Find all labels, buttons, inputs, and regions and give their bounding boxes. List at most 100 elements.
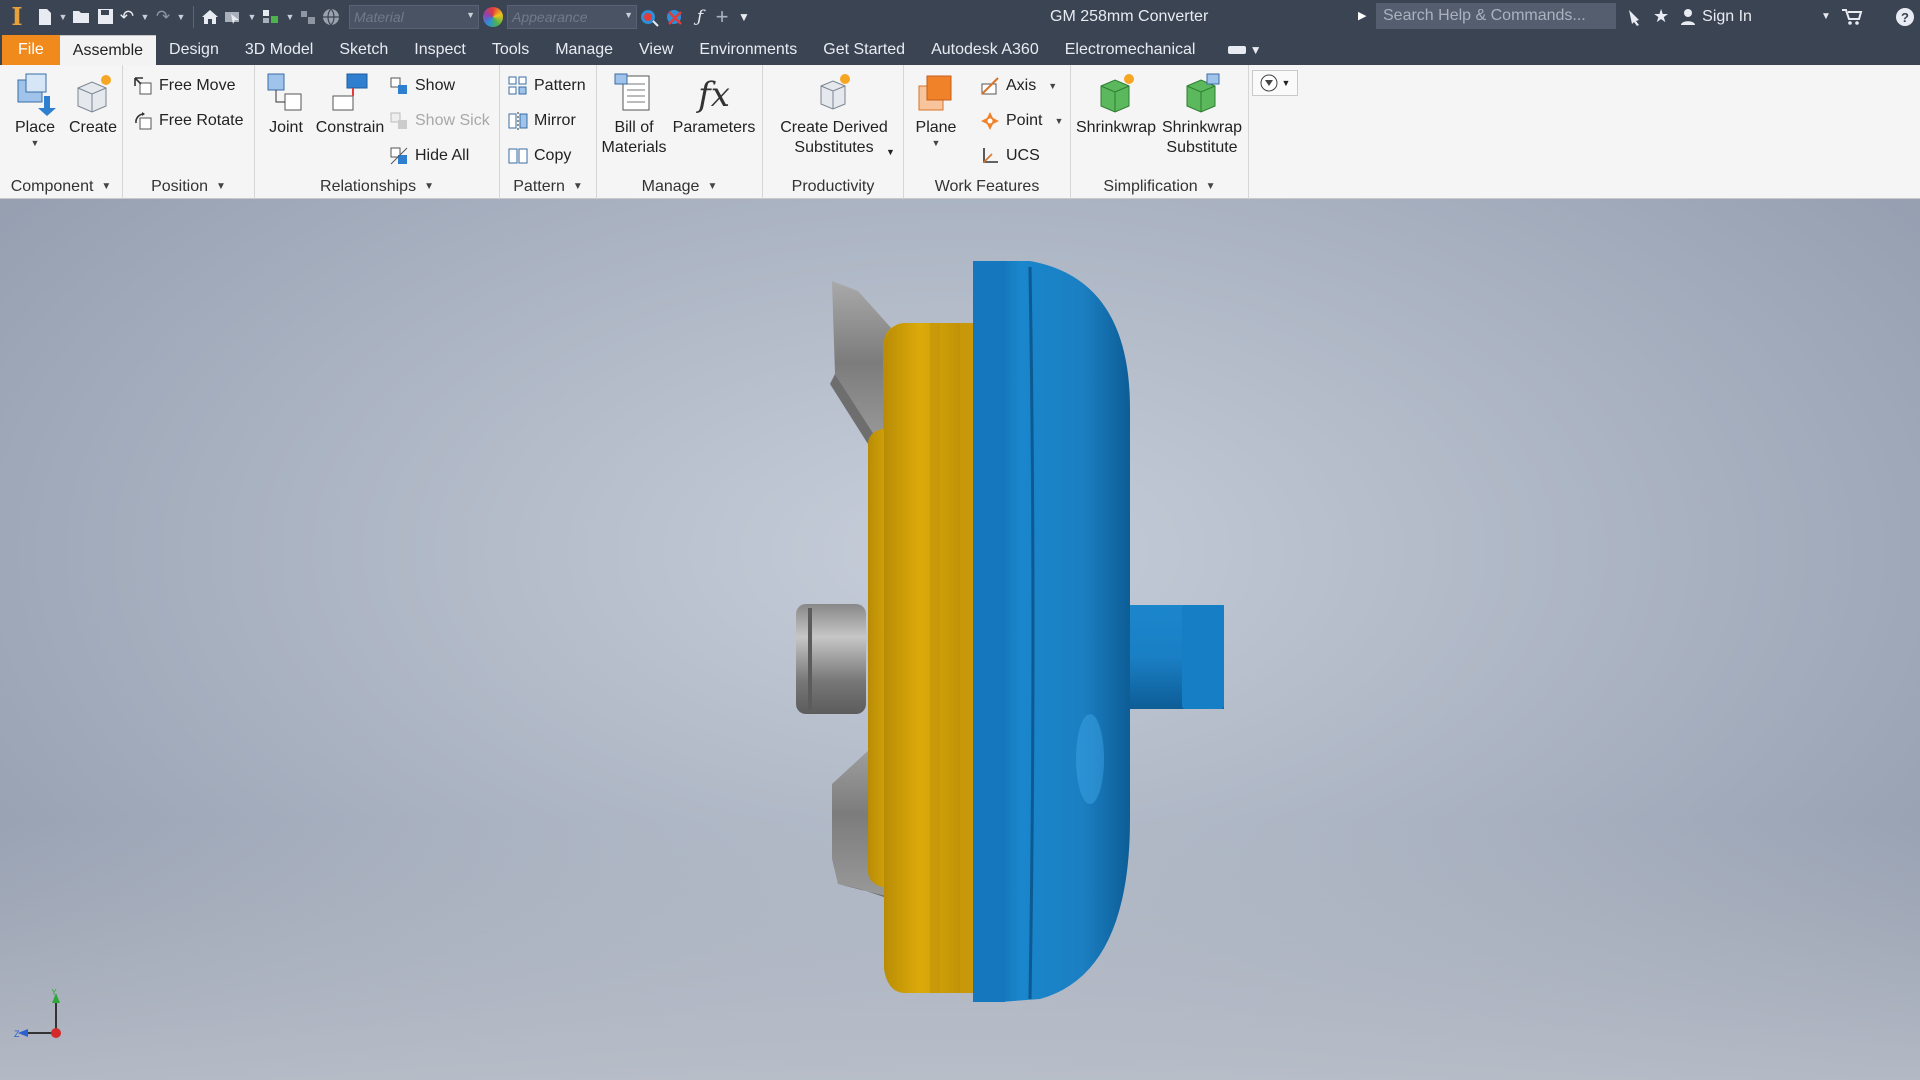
joint-button[interactable]: Joint (261, 70, 311, 138)
fx-icon[interactable]: ƒ (689, 0, 711, 33)
search-placeholder: Search Help & Commands... (1383, 7, 1586, 24)
tab-file[interactable]: File (2, 35, 60, 65)
hub-shaft (1130, 605, 1224, 709)
panel-title-simplification[interactable]: Simplification ▼ (1071, 174, 1248, 199)
plus-icon[interactable]: + (711, 0, 733, 33)
undo-dropdown-icon[interactable]: ▼ (138, 0, 152, 33)
joint-icon (263, 70, 309, 118)
create-derived-substitutes-label-1: Create Derived (780, 119, 888, 136)
appearance-sphere-icon[interactable] (483, 6, 503, 27)
create-button[interactable]: Create (68, 70, 118, 138)
chevron-down-icon: ▼ (1205, 181, 1216, 192)
ribbon-display-toggle-icon[interactable]: ▼ (1220, 35, 1269, 65)
search-input[interactable]: Search Help & Commands... (1376, 3, 1616, 29)
select-icon[interactable] (221, 0, 245, 33)
panel-title-productivity: Productivity (763, 174, 903, 199)
tab-inspect[interactable]: Inspect (401, 35, 479, 65)
header-tools: ★ Sign In ▼ ? (1620, 0, 1920, 33)
customize-dropdown-icon[interactable]: ▼ (733, 0, 755, 33)
new-dropdown-icon[interactable]: ▼ (56, 0, 70, 33)
place-button[interactable]: Place ▼ (8, 70, 62, 148)
adjust-appearance-icon[interactable] (637, 0, 663, 33)
sign-in-button[interactable]: Sign In (1674, 8, 1758, 26)
measure-dropdown-icon[interactable]: ▼ (283, 0, 297, 33)
sign-in-dropdown-icon[interactable]: ▼ (1816, 0, 1836, 33)
expand-arrow-icon[interactable]: ▶ (1358, 0, 1366, 33)
panel-title-text: Simplification (1103, 177, 1198, 195)
tab-view[interactable]: View (626, 35, 686, 65)
appearance-combo-text: Appearance (512, 8, 588, 25)
axis-button[interactable]: Axis ▼ (980, 73, 1057, 99)
mirror-button[interactable]: Mirror (508, 108, 576, 134)
ucs-button[interactable]: UCS (980, 143, 1040, 169)
free-move-label: Free Move (159, 77, 236, 94)
star-icon[interactable]: ★ (1648, 0, 1674, 33)
tab-environments[interactable]: Environments (686, 35, 810, 65)
axis-label: Axis (1006, 77, 1037, 94)
create-derived-substitutes-button[interactable]: Create Derived Substitutes (777, 70, 891, 158)
torque-converter-model[interactable] (0, 199, 1920, 1080)
panel-title-manage[interactable]: Manage ▼ (597, 174, 762, 199)
sign-in-label: Sign In (1702, 7, 1752, 25)
axis-triad-icon: Y Z (14, 989, 61, 1039)
tab-manage[interactable]: Manage (542, 35, 626, 65)
place-label: Place (14, 119, 56, 136)
copy-label: Copy (534, 147, 572, 164)
update-icon[interactable] (297, 0, 319, 33)
pattern-button[interactable]: Pattern (508, 73, 586, 99)
new-icon[interactable] (34, 0, 56, 33)
globe-icon[interactable] (319, 0, 343, 33)
home-icon[interactable] (199, 0, 221, 33)
show-button[interactable]: Show (389, 73, 455, 99)
tab-assemble[interactable]: Assemble (59, 35, 157, 65)
tab-sketch[interactable]: Sketch (326, 35, 401, 65)
measure-icon[interactable] (259, 0, 283, 33)
tab-autodesk-a360[interactable]: Autodesk A360 (918, 35, 1052, 65)
redo-dropdown-icon[interactable]: ▼ (174, 0, 188, 33)
mirror-label: Mirror (534, 112, 576, 129)
panel-title-component[interactable]: Component ▼ (0, 174, 122, 199)
parameters-button[interactable]: fx Parameters (669, 70, 759, 138)
bill-of-materials-button[interactable]: Bill of Materials (601, 70, 667, 158)
graphics-viewport[interactable]: Y Z (0, 199, 1920, 1080)
free-move-button[interactable]: Free Move (133, 73, 235, 99)
undo-icon[interactable]: ↶ (116, 0, 138, 33)
select-dropdown-icon[interactable]: ▼ (245, 0, 259, 33)
search-binoculars-icon[interactable] (1620, 0, 1648, 33)
panel-title-position[interactable]: Position ▼ (123, 174, 254, 199)
help-icon[interactable]: ? (1890, 0, 1920, 33)
app-logo[interactable]: I (0, 0, 34, 33)
material-combo[interactable]: Material ▼ (349, 4, 479, 29)
redo-icon[interactable]: ↷ (152, 0, 174, 33)
shrinkwrap-button[interactable]: Shrinkwrap (1075, 70, 1157, 138)
plane-button[interactable]: Plane ▼ (910, 70, 962, 148)
tab-electromechanical[interactable]: Electromechanical (1052, 35, 1209, 65)
chevron-down-icon: ▼ (624, 9, 633, 20)
create-derived-substitutes-icon (811, 70, 857, 118)
chevron-down-icon: ▼ (216, 181, 226, 192)
ribbon-tabs: File Assemble Design 3D Model Sketch Ins… (0, 33, 1920, 65)
create-derived-substitutes-dropdown[interactable]: ▼ (886, 139, 895, 165)
constrain-button[interactable]: Constrain (313, 70, 387, 138)
point-button[interactable]: Point ▼ (980, 108, 1063, 134)
tab-design[interactable]: Design (156, 35, 232, 65)
tab-tools[interactable]: Tools (479, 35, 542, 65)
show-sick-button[interactable]: Show Sick (389, 108, 490, 134)
front-cover (868, 323, 975, 993)
hide-all-button[interactable]: Hide All (389, 143, 469, 169)
free-rotate-button[interactable]: Free Rotate (133, 108, 243, 134)
panel-simplification: Shrinkwrap Shrinkwrap Substitute Simplif… (1071, 65, 1249, 199)
panel-title-relationships[interactable]: Relationships ▼ (255, 174, 499, 199)
tab-3d-model[interactable]: 3D Model (232, 35, 326, 65)
appearance-combo[interactable]: Appearance ▼ (507, 4, 637, 29)
shrinkwrap-substitute-button[interactable]: Shrinkwrap Substitute (1159, 70, 1245, 158)
tab-get-started[interactable]: Get Started (810, 35, 918, 65)
bill-of-materials-label-2: Materials (601, 139, 667, 156)
clear-appearance-icon[interactable] (663, 0, 689, 33)
cart-icon[interactable] (1836, 0, 1868, 33)
copy-button[interactable]: Copy (508, 143, 571, 169)
save-icon[interactable] (94, 0, 116, 33)
panel-options-button[interactable]: ▼ (1252, 70, 1298, 96)
open-icon[interactable] (70, 0, 94, 33)
panel-title-pattern[interactable]: Pattern ▼ (500, 174, 596, 199)
